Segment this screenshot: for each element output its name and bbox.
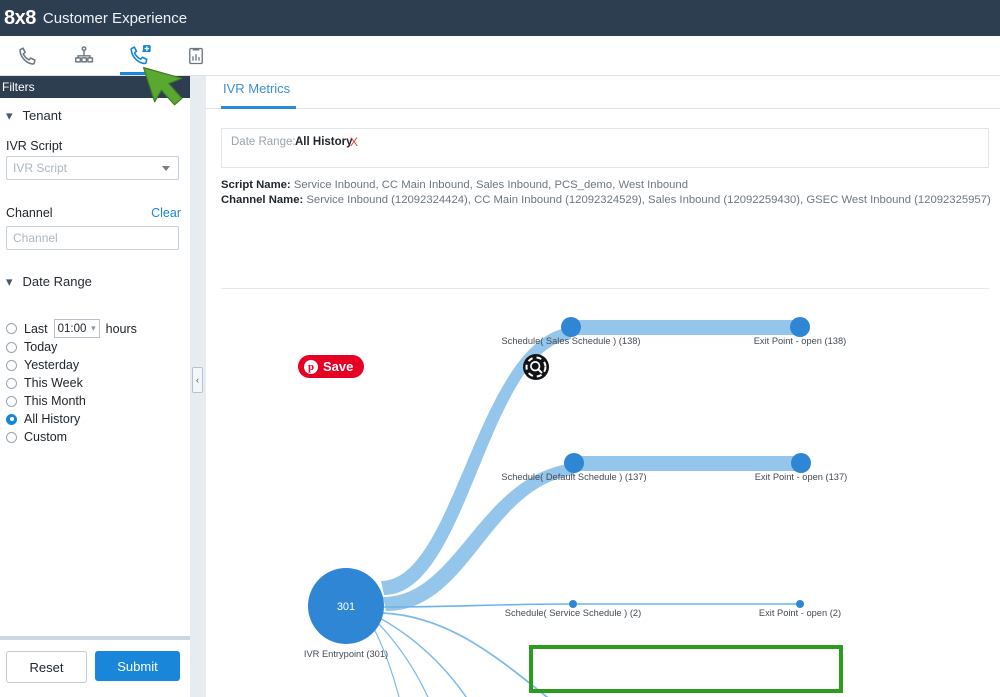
ivr-script-label: IVR Script <box>6 139 63 153</box>
radio-circle-selected <box>6 413 17 425</box>
radio-today[interactable]: Today <box>6 340 57 354</box>
section-tenant-label: Tenant <box>22 108 62 123</box>
radio-this-month-label: This Month <box>24 394 86 408</box>
tab-active-underline <box>221 106 296 109</box>
radio-this-month[interactable]: This Month <box>6 394 86 408</box>
nav-ivr-phone-icon[interactable] <box>112 36 168 75</box>
section-date-range-label: Date Range <box>22 274 92 289</box>
script-name-value: Service Inbound, CC Main Inbound, Sales … <box>290 179 688 191</box>
radio-last-hours[interactable]: Last 01:00 ▾ hours <box>6 319 137 338</box>
channel-clear-link[interactable]: Clear <box>151 206 181 220</box>
radio-today-label: Today <box>24 340 58 354</box>
hours-suffix-label: hours <box>105 321 137 336</box>
radio-all-history-label: All History <box>24 412 81 426</box>
zoom-in-cursor <box>522 353 550 381</box>
date-range-prefix: Date Range: <box>231 136 296 148</box>
link-default-schedule-to-exit <box>574 456 801 471</box>
node-default-schedule-label: Schedule( Default Schedule ) (137) <box>501 472 646 482</box>
filters-sidebar: Filters ▾ Tenant IVR Script IVR Script C… <box>0 76 190 697</box>
ivr-script-select[interactable]: IVR Script <box>6 156 179 180</box>
primary-nav <box>0 36 1000 76</box>
radio-yesterday[interactable]: Yesterday <box>6 358 79 372</box>
radio-circle <box>6 431 17 443</box>
node-ivr-entrypoint-badge: 301 <box>337 601 355 613</box>
date-range-remove-icon[interactable]: X <box>350 135 358 149</box>
radio-circle <box>6 395 17 407</box>
pinterest-save-button[interactable]: p Save <box>298 355 365 378</box>
tab-strip: IVR Metrics <box>206 76 1000 109</box>
script-name-line: Script Name: Service Inbound, CC Main In… <box>221 179 688 191</box>
chevron-down-icon: ▾ <box>6 274 13 289</box>
node-service-schedule-label: Schedule( Service Schedule ) (2) <box>505 608 641 618</box>
nav-report-icon[interactable] <box>168 36 224 75</box>
radio-circle <box>6 359 17 371</box>
radio-yesterday-label: Yesterday <box>24 358 80 372</box>
date-range-value: All History <box>295 136 353 148</box>
node-exit-open-137-label: Exit Point - open (137) <box>755 472 848 482</box>
filters-header-label: Filters <box>2 80 35 94</box>
sidebar-collapse-handle[interactable]: ‹ <box>192 367 203 393</box>
app-title: Customer Experience <box>42 9 188 27</box>
nav-active-underline <box>120 72 160 75</box>
node-exit-open-138 <box>790 317 810 337</box>
node-exit-open-2 <box>796 600 804 608</box>
node-exit-open-138-label: Exit Point - open (138) <box>754 336 847 346</box>
main-panel: IVR Metrics Date Range: All History X Sc… <box>206 76 1000 697</box>
radio-custom-label: Custom <box>24 430 68 444</box>
node-exit-open-137 <box>791 453 811 473</box>
radio-last-label: Last <box>24 321 48 336</box>
node-ivr-entrypoint-label: IVR Entrypoint (301) <box>304 649 388 659</box>
reset-button[interactable]: Reset <box>6 651 87 683</box>
hours-select[interactable]: 01:00 ▾ <box>53 319 100 338</box>
radio-circle <box>6 341 17 353</box>
radio-this-week-label: This Week <box>24 376 83 390</box>
tab-ivr-metrics[interactable]: IVR Metrics <box>223 81 290 105</box>
link-entrypoint-to-default-schedule <box>383 463 574 611</box>
hours-value: 01:00 <box>57 322 87 335</box>
ivr-metrics-page: 8x8 Customer Experience Filters ▾ Tenant… <box>0 0 1000 697</box>
link-sales-schedule-to-exit <box>571 320 800 335</box>
date-range-chip-box: Date Range: All History X <box>221 128 989 168</box>
radio-all-history[interactable]: All History <box>6 412 80 426</box>
link-entrypoint-extra-1 <box>377 616 468 697</box>
nav-org-chart-icon[interactable] <box>56 36 112 75</box>
section-date-range-toggle[interactable]: ▾ Date Range <box>6 274 92 289</box>
pinterest-save-label: Save <box>323 359 354 374</box>
radio-circle <box>6 323 17 334</box>
filters-header: Filters <box>0 76 190 98</box>
channel-label: Channel <box>6 206 53 220</box>
chevron-down-icon <box>162 166 170 171</box>
radio-custom[interactable]: Custom <box>6 430 67 444</box>
ivr-script-placeholder: IVR Script <box>13 161 68 175</box>
node-default-schedule <box>564 453 584 473</box>
chevron-down-icon: ▾ <box>6 108 13 123</box>
nav-phone-icon[interactable] <box>0 36 56 75</box>
brand-logo: 8x8 <box>4 7 36 29</box>
section-tenant-toggle[interactable]: ▾ Tenant <box>6 108 62 123</box>
chevron-down-icon: ▾ <box>91 323 96 333</box>
sankey-diagram: 301 IVR Entrypoint (301) Schedule( Sales… <box>206 199 1000 697</box>
sidebar-footer: Reset Submit <box>0 636 190 697</box>
node-service-schedule <box>569 600 577 608</box>
submit-button[interactable]: Submit <box>95 651 180 681</box>
radio-circle <box>6 377 17 389</box>
node-exit-open-2-label: Exit Point - open (2) <box>759 608 841 618</box>
radio-this-week[interactable]: This Week <box>6 376 83 390</box>
script-name-label: Script Name: <box>221 179 291 191</box>
node-sales-schedule-label: Schedule( Sales Schedule ) (138) <box>501 336 640 346</box>
app-header: 8x8 Customer Experience <box>0 0 1000 36</box>
channel-input[interactable]: Channel <box>6 226 179 250</box>
pinterest-icon: p <box>304 359 318 374</box>
node-sales-schedule <box>561 317 581 337</box>
link-entrypoint-to-say-welcome <box>381 612 549 697</box>
channel-placeholder: Channel <box>13 231 58 245</box>
